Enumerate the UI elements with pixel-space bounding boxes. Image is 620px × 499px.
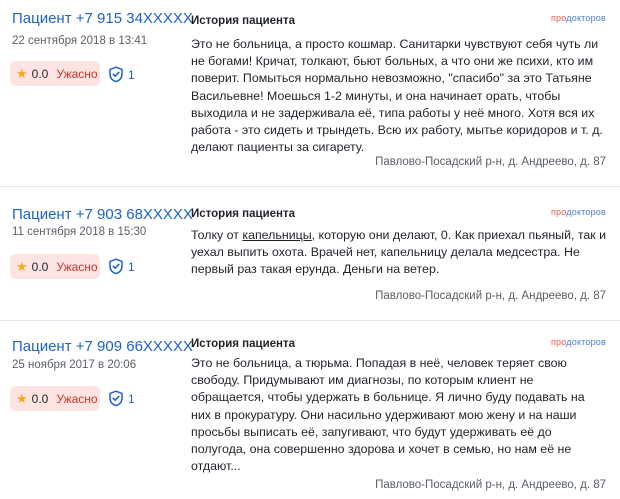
prodoctorov-logo[interactable]: продокторов <box>551 13 606 23</box>
section-title: История пациента <box>191 15 296 27</box>
verified-count: 1 <box>128 67 135 82</box>
rating-word: Ужасно <box>56 66 98 81</box>
shield-check-icon <box>109 258 123 275</box>
review-author-link[interactable]: Пациент +7 915 34XXXXX <box>12 10 193 27</box>
review-date: 22 сентября 2018 в 13:41 <box>12 35 148 47</box>
review-text-link[interactable]: капельницы <box>242 228 311 242</box>
section-title: История пациента <box>191 338 296 350</box>
verified-badge[interactable]: 1 <box>108 390 135 407</box>
clinic-address: Павлово-Посадский р-н, д. Андреево, д. 8… <box>375 479 606 491</box>
rating-value: 0.0 <box>31 66 49 81</box>
divider <box>0 320 620 321</box>
review-text: Это не больница, а просто кошмар. Санита… <box>191 37 603 155</box>
clinic-address: Павлово-Посадский р-н, д. Андреево, д. 8… <box>375 290 606 302</box>
prodoctorov-logo[interactable]: продокторов <box>551 207 606 217</box>
verified-badge[interactable]: 1 <box>108 258 135 275</box>
rating-word: Ужасно <box>56 259 98 274</box>
review-date: 25 ноября 2017 в 20:06 <box>12 359 137 371</box>
shield-check-icon <box>109 390 123 407</box>
star-icon: ★ <box>16 391 28 406</box>
verified-count: 1 <box>128 259 135 274</box>
rating-badge: ★ 0.0 Ужасно <box>10 254 100 279</box>
review-author-link[interactable]: Пациент +7 909 66XXXXX <box>12 338 193 355</box>
rating-badge: ★ 0.0 Ужасно <box>10 386 100 411</box>
review-author-link[interactable]: Пациент +7 903 68XXXXX <box>12 206 193 223</box>
verified-count: 1 <box>128 391 135 406</box>
rating-value: 0.0 <box>31 391 49 406</box>
section-title: История пациента <box>191 208 296 220</box>
review-text: Толку от капельницы, которую они делают,… <box>191 228 607 277</box>
review-date: 11 сентября 2018 в 15:30 <box>12 226 147 238</box>
rating-value: 0.0 <box>31 259 49 274</box>
prodoctorov-logo[interactable]: продокторов <box>551 337 606 347</box>
verified-badge[interactable]: 1 <box>108 66 135 83</box>
divider <box>0 186 620 187</box>
rating-badge: ★ 0.0 Ужасно <box>10 61 100 86</box>
clinic-address: Павлово-Посадский р-н, д. Андреево, д. 8… <box>375 156 606 168</box>
shield-check-icon <box>109 66 123 83</box>
rating-word: Ужасно <box>56 391 98 406</box>
review-text: Это не больница, а тюрьма. Попадая в неё… <box>191 356 585 474</box>
star-icon: ★ <box>16 66 28 81</box>
star-icon: ★ <box>16 259 28 274</box>
